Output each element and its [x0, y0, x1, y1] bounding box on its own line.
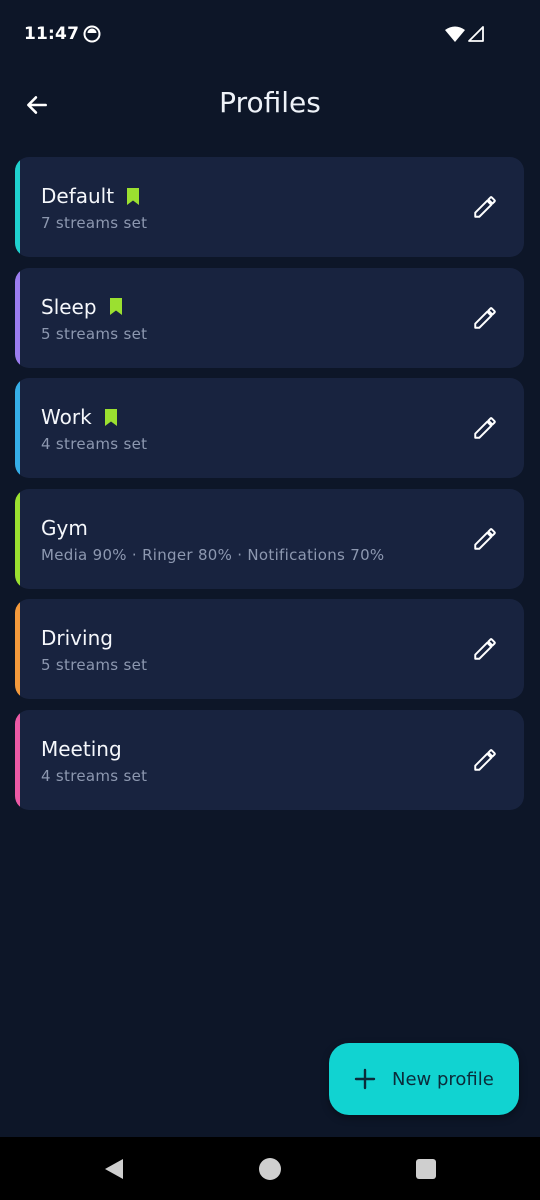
profile-subtitle: 7 streams set [41, 214, 148, 232]
nav-back-icon[interactable] [102, 1157, 126, 1181]
pencil-icon [474, 196, 496, 218]
new-profile-button[interactable]: New profile [329, 1043, 519, 1115]
profile-name: Gym [41, 515, 88, 540]
profile-accent-bar [15, 378, 20, 478]
pencil-icon [474, 306, 496, 329]
profile-name-row: Work [41, 403, 118, 431]
profile-accent-bar [15, 599, 20, 699]
profile-name: Work [41, 405, 92, 429]
bookmark-icon [127, 187, 140, 205]
pencil-icon [474, 527, 496, 550]
edit-button-sleep[interactable] [464, 297, 506, 339]
profile-card-work[interactable]: Work 4 streams set [15, 378, 524, 478]
signal-icon [468, 26, 484, 42]
edit-button-meeting[interactable] [464, 739, 506, 781]
profile-list: Default 7 streams set Sleep 5 streams se… [15, 157, 524, 820]
profile-name-row: Sleep [41, 293, 123, 321]
profile-name-row: Default [41, 182, 140, 210]
nav-recents-icon[interactable] [414, 1157, 438, 1181]
profile-card-meeting[interactable]: Meeting 4 streams set [15, 709, 524, 810]
profile-card-driving[interactable]: Driving 5 streams set [15, 599, 524, 699]
profile-accent-bar [15, 267, 20, 368]
profile-subtitle: 5 streams set [41, 324, 148, 343]
pencil-icon [474, 748, 496, 771]
profile-subtitle: Media 90% · Ringer 80% · Notifications 7… [41, 545, 385, 564]
edit-button-driving[interactable] [464, 628, 506, 670]
app-bar: Profiles [0, 70, 540, 140]
profile-accent-bar [15, 488, 20, 589]
profile-name: Default [41, 184, 115, 208]
nav-home-icon[interactable] [258, 1157, 282, 1181]
bookmark-icon [104, 408, 117, 426]
pencil-icon [474, 638, 496, 660]
profile-name: Driving [41, 626, 113, 650]
profile-name: Meeting [41, 736, 122, 761]
pencil-icon [474, 417, 496, 439]
profile-subtitle: 4 streams set [41, 435, 148, 453]
edit-button-gym[interactable] [464, 518, 506, 560]
profile-accent-bar [15, 709, 20, 810]
profile-subtitle: 5 streams set [41, 656, 148, 674]
profile-card-default[interactable]: Default 7 streams set [15, 157, 524, 257]
edit-button-work[interactable] [464, 407, 506, 449]
profile-card-gym[interactable]: Gym Media 90% · Ringer 80% · Notificatio… [15, 488, 524, 589]
status-bar: 11:47 [0, 0, 540, 70]
bookmark-icon [109, 298, 122, 315]
profile-name-row: Meeting [41, 735, 122, 763]
profile-card-sleep[interactable]: Sleep 5 streams set [15, 267, 524, 368]
sync-icon [83, 25, 101, 43]
system-nav-bar [0, 1137, 540, 1200]
wifi-icon [445, 26, 465, 42]
plus-icon [354, 1068, 376, 1090]
status-time: 11:47 [24, 24, 80, 44]
profile-name: Sleep [41, 294, 97, 319]
profile-subtitle: 4 streams set [41, 766, 148, 785]
profile-accent-bar [15, 157, 20, 257]
profile-name-row: Driving [41, 624, 113, 652]
profile-name-row: Gym [41, 514, 88, 542]
new-profile-label: New profile [392, 1068, 494, 1090]
edit-button-default[interactable] [464, 186, 506, 228]
page-title: Profiles [219, 86, 321, 119]
